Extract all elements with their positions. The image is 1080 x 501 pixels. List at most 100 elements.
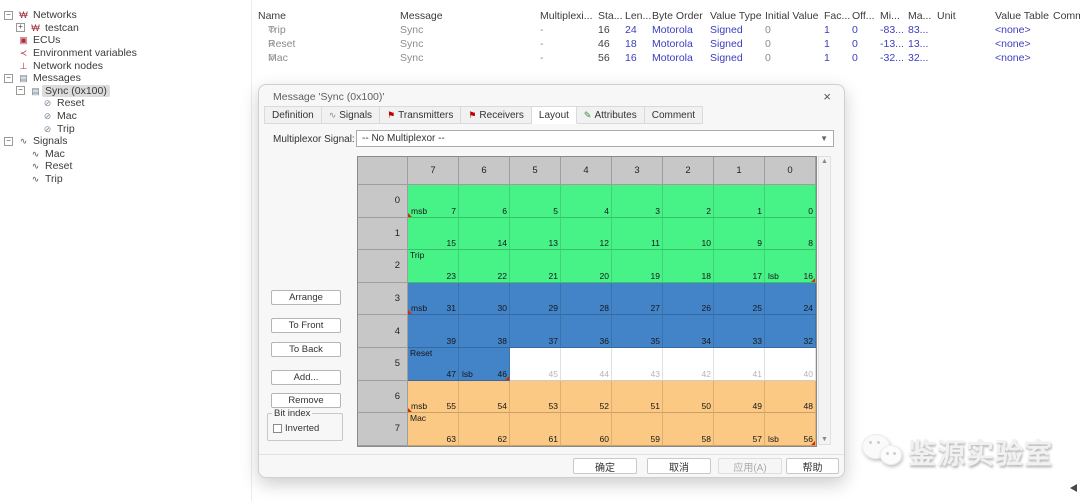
bit-cell-19[interactable]: 19	[612, 250, 663, 283]
bit-cell-10[interactable]: 10	[663, 218, 714, 251]
bit-cell-14[interactable]: 14	[459, 218, 510, 251]
bit-cell-48[interactable]: 48	[765, 381, 816, 414]
bit-cell-34[interactable]: 34	[663, 315, 714, 348]
tab-receivers[interactable]: ⚑Receivers	[461, 106, 532, 124]
bit-cell-28[interactable]: 28	[561, 283, 612, 316]
bit-cell-61[interactable]: 61	[510, 413, 561, 446]
arrange-button[interactable]: Arrange	[271, 290, 341, 305]
tree-item-environment-variables[interactable]: ≺Environment variables	[0, 47, 250, 60]
bit-cell-30[interactable]: 30	[459, 283, 510, 316]
bit-cell-39[interactable]: 39	[408, 315, 459, 348]
inverted-checkbox-row[interactable]: Inverted	[273, 423, 319, 434]
bit-cell-1[interactable]: 1	[714, 185, 765, 218]
bit-cell-59[interactable]: 59	[612, 413, 663, 446]
collapse-icon[interactable]: −	[4, 11, 13, 20]
bit-cell-32[interactable]: 32	[765, 315, 816, 348]
bit-cell-45[interactable]: 45	[510, 348, 561, 381]
column-header-comm[interactable]: Comm	[1053, 10, 1080, 22]
bit-cell-17[interactable]: 17	[714, 250, 765, 283]
bit-cell-13[interactable]: 13	[510, 218, 561, 251]
column-header-mi[interactable]: Mi...	[880, 10, 900, 22]
tree-item-network-nodes[interactable]: ⊥Network nodes	[0, 59, 250, 72]
bit-cell-5[interactable]: 5	[510, 185, 561, 218]
tree-item-trip[interactable]: ∿Trip	[0, 173, 250, 186]
bit-cell-24[interactable]: 24	[765, 283, 816, 316]
column-header-len[interactable]: Len...	[625, 10, 651, 22]
bit-cell-35[interactable]: 35	[612, 315, 663, 348]
bit-cell-42[interactable]: 42	[663, 348, 714, 381]
tree-item-reset[interactable]: ⊘Reset	[0, 97, 250, 110]
multiplexor-select[interactable]: -- No Multiplexor -- ▼	[356, 130, 834, 147]
bit-cell-31[interactable]: msb31	[408, 283, 459, 316]
to-front-button[interactable]: To Front	[271, 318, 341, 333]
bit-cell-16[interactable]: lsb16	[765, 250, 816, 283]
bit-cell-8[interactable]: 8	[765, 218, 816, 251]
column-header-initial-value[interactable]: Initial Value	[765, 10, 819, 22]
grid-vertical-scrollbar[interactable]: ▲ ▼	[818, 156, 831, 445]
bit-cell-51[interactable]: 51	[612, 381, 663, 414]
tree-item-trip[interactable]: ⊘Trip	[0, 122, 250, 135]
bit-cell-15[interactable]: 15	[408, 218, 459, 251]
tree-item-messages[interactable]: −▤Messages	[0, 72, 250, 85]
bit-cell-53[interactable]: 53	[510, 381, 561, 414]
bit-cell-21[interactable]: 21	[510, 250, 561, 283]
bit-cell-58[interactable]: 58	[663, 413, 714, 446]
column-header-off[interactable]: Off...	[852, 10, 875, 22]
scroll-up-icon[interactable]: ▲	[819, 158, 830, 165]
bit-cell-62[interactable]: 62	[459, 413, 510, 446]
tab-layout[interactable]: Layout	[532, 106, 577, 124]
column-header-name[interactable]: Name	[258, 10, 286, 22]
column-header-message[interactable]: Message	[400, 10, 443, 22]
tab-comment[interactable]: Comment	[645, 106, 703, 124]
collapse-icon[interactable]: −	[4, 74, 13, 83]
bit-cell-52[interactable]: 52	[561, 381, 612, 414]
bit-cell-37[interactable]: 37	[510, 315, 561, 348]
bit-cell-6[interactable]: 6	[459, 185, 510, 218]
bit-cell-49[interactable]: 49	[714, 381, 765, 414]
bit-cell-57[interactable]: 57	[714, 413, 765, 446]
column-header-byte-order[interactable]: Byte Order	[652, 10, 703, 22]
bit-cell-33[interactable]: 33	[714, 315, 765, 348]
bit-cell-38[interactable]: 38	[459, 315, 510, 348]
bit-cell-36[interactable]: 36	[561, 315, 612, 348]
bit-cell-40[interactable]: 40	[765, 348, 816, 381]
tree-item-testcan[interactable]: +₩testcan	[0, 22, 250, 35]
table-row[interactable]: ⊘ ResetSync-4618MotorolaSigned010-13...1…	[255, 38, 1080, 52]
dialog-button-1[interactable]: 取消	[647, 458, 711, 474]
inverted-checkbox[interactable]	[273, 424, 282, 433]
collapse-icon[interactable]: −	[16, 86, 25, 95]
bit-cell-2[interactable]: 2	[663, 185, 714, 218]
bit-cell-4[interactable]: 4	[561, 185, 612, 218]
bit-cell-47[interactable]: Reset47	[408, 348, 459, 381]
tree-item-signals[interactable]: −∿Signals	[0, 135, 250, 148]
dialog-button-0[interactable]: 确定	[573, 458, 637, 474]
bit-cell-25[interactable]: 25	[714, 283, 765, 316]
bit-cell-43[interactable]: 43	[612, 348, 663, 381]
bit-cell-56[interactable]: lsb56	[765, 413, 816, 446]
bit-cell-0[interactable]: 0	[765, 185, 816, 218]
tree-item-mac[interactable]: ⊘Mac	[0, 110, 250, 123]
tree-item-networks[interactable]: −₩Networks	[0, 9, 250, 22]
column-header-sta[interactable]: Sta...	[598, 10, 623, 22]
to-back-button[interactable]: To Back	[271, 342, 341, 357]
bit-cell-44[interactable]: 44	[561, 348, 612, 381]
remove-button[interactable]: Remove	[271, 393, 341, 408]
dialog-button-3[interactable]: 帮助	[786, 458, 839, 474]
bit-cell-18[interactable]: 18	[663, 250, 714, 283]
column-header-value-table[interactable]: Value Table	[995, 10, 1049, 22]
bit-cell-54[interactable]: 54	[459, 381, 510, 414]
bit-cell-55[interactable]: msb55	[408, 381, 459, 414]
bit-cell-3[interactable]: 3	[612, 185, 663, 218]
tree-item-sync-0x100[interactable]: −▤Sync (0x100)	[0, 85, 250, 98]
bit-cell-60[interactable]: 60	[561, 413, 612, 446]
bit-cell-46[interactable]: lsb46	[459, 348, 510, 381]
expand-icon[interactable]: +	[16, 23, 25, 32]
add-button[interactable]: Add...	[271, 370, 341, 385]
bit-cell-41[interactable]: 41	[714, 348, 765, 381]
bit-cell-7[interactable]: msb7	[408, 185, 459, 218]
bit-cell-29[interactable]: 29	[510, 283, 561, 316]
column-header-fac[interactable]: Fac...	[824, 10, 850, 22]
bit-cell-9[interactable]: 9	[714, 218, 765, 251]
tree-item-mac[interactable]: ∿Mac	[0, 148, 250, 161]
bit-cell-23[interactable]: Trip23	[408, 250, 459, 283]
